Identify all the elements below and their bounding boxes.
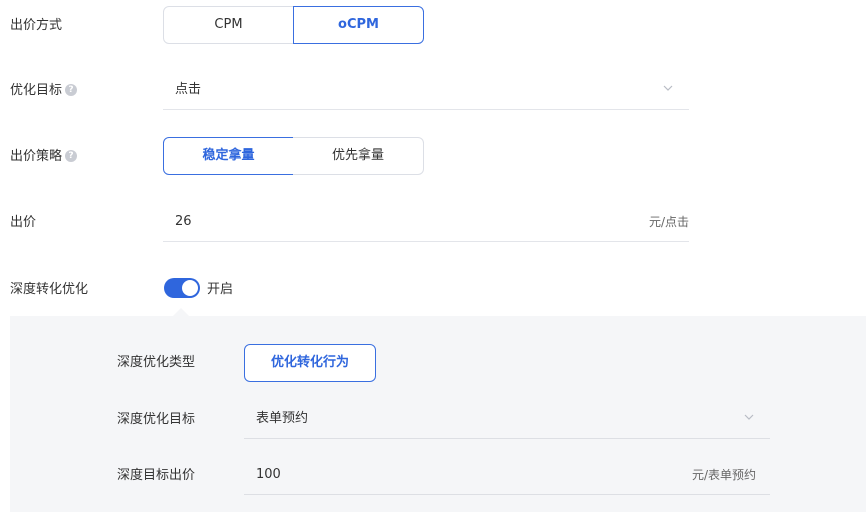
bid-method-option-ocpm[interactable]: oCPM [293, 6, 424, 44]
deep-conversion-label: 深度转化优化 [10, 282, 89, 297]
bid-unit: 元/点击 [648, 215, 689, 229]
deep-type-label: 深度优化类型 [117, 355, 196, 370]
bid-method-label: 出价方式 [10, 18, 63, 33]
deep-type-option[interactable]: 优化转化行为 [244, 344, 376, 382]
bid-label: 出价 [10, 215, 37, 230]
deep-bid-label: 深度目标出价 [117, 468, 196, 483]
toggle-knob [182, 280, 198, 296]
deep-goal-label: 深度优化目标 [117, 412, 196, 427]
bid-method-option-cpm[interactable]: CPM [163, 6, 294, 44]
deep-bid-unit: 元/表单预约 [691, 468, 756, 482]
optimization-goal-label: 优化目标? [10, 81, 78, 101]
deep-bid-value: 100 [256, 467, 281, 482]
deep-conversion-toggle-text: 开启 [207, 282, 234, 297]
bid-strategy-label: 出价策略? [10, 147, 78, 167]
bid-value: 26 [175, 214, 192, 229]
deep-bid-input[interactable]: 100 元/表单预约 [244, 455, 770, 495]
question-circle-icon[interactable]: ? [65, 83, 78, 96]
deep-goal-value: 表单预约 [256, 411, 309, 426]
chevron-down-icon [663, 85, 673, 91]
deep-conversion-toggle[interactable] [164, 278, 200, 298]
optimization-goal-label-text: 优化目标 [10, 83, 63, 98]
deep-goal-select[interactable]: 表单预约 [244, 399, 770, 439]
chevron-down-icon [744, 414, 754, 420]
bid-strategy-label-text: 出价策略 [10, 149, 63, 164]
bid-strategy-option-stable[interactable]: 稳定拿量 [163, 137, 294, 175]
optimization-goal-select[interactable]: 点击 [163, 70, 689, 110]
bid-input[interactable]: 26 元/点击 [163, 202, 689, 242]
question-circle-icon[interactable]: ? [65, 149, 78, 162]
optimization-goal-value: 点击 [175, 82, 202, 97]
bid-strategy-option-priority[interactable]: 优先拿量 [293, 137, 424, 175]
